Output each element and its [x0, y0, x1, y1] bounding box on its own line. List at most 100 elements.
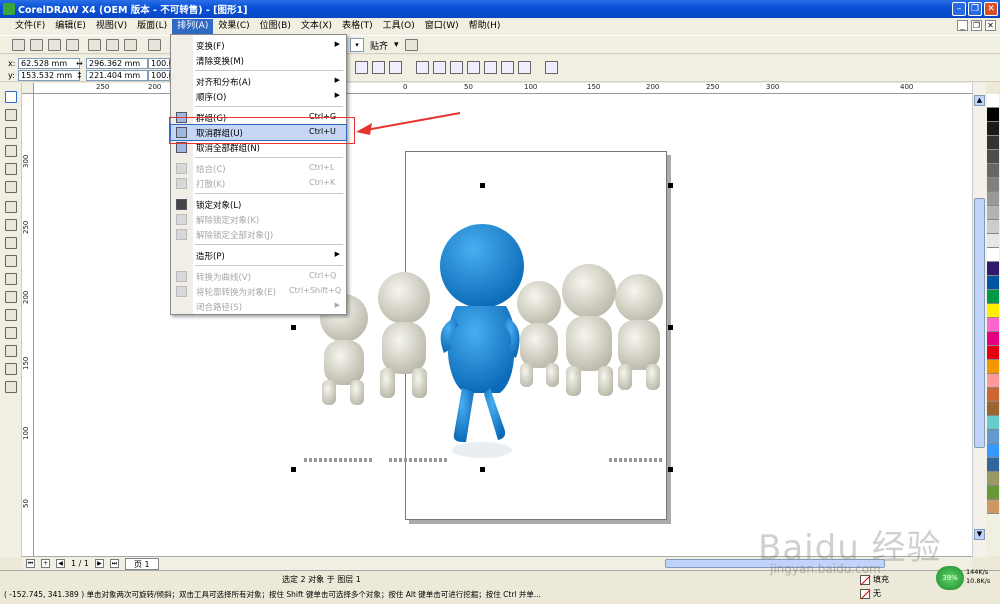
color-swatch[interactable]: [987, 262, 999, 276]
outline-tool-icon[interactable]: [5, 345, 17, 357]
freehand-tool-icon[interactable]: [5, 163, 17, 175]
menu-10[interactable]: 窗口(W): [420, 19, 464, 34]
ellipse-tool-icon[interactable]: [5, 219, 17, 231]
next-page-icon[interactable]: ▶: [94, 559, 104, 568]
selection-handle[interactable]: [668, 183, 673, 188]
menu-7[interactable]: 文本(X): [296, 19, 337, 34]
color-swatch[interactable]: [987, 122, 999, 136]
width-field[interactable]: ↔ 296.362 mm: [76, 58, 148, 69]
last-page-icon[interactable]: ⏭: [109, 559, 119, 568]
color-swatch[interactable]: [987, 248, 999, 262]
color-swatch[interactable]: [987, 388, 999, 402]
paste-icon[interactable]: [124, 39, 137, 51]
align-icon[interactable]: [545, 61, 558, 74]
selection-handle[interactable]: [480, 467, 485, 472]
minimize-button[interactable]: –: [952, 2, 966, 16]
outline-indicator[interactable]: 无: [860, 588, 881, 599]
color-swatch[interactable]: [987, 402, 999, 416]
cut-icon[interactable]: [88, 39, 101, 51]
menu-1[interactable]: 编辑(E): [50, 19, 91, 34]
menu-3[interactable]: 版面(L): [132, 19, 172, 34]
ungroup-all-icon[interactable]: [389, 61, 402, 74]
selection-handle[interactable]: [291, 325, 296, 330]
back-minus-front-icon[interactable]: [501, 61, 514, 74]
options-icon[interactable]: [404, 39, 418, 51]
table-tool-icon[interactable]: [5, 291, 17, 303]
menu-9[interactable]: 工具(O): [378, 19, 420, 34]
previous-page-icon[interactable]: ◀: [56, 559, 65, 568]
color-swatch[interactable]: [987, 220, 999, 234]
color-swatch[interactable]: [987, 304, 999, 318]
weld-icon[interactable]: [416, 61, 429, 74]
doc-minimize-button[interactable]: _: [957, 20, 968, 31]
menu-2[interactable]: 视图(V): [91, 19, 132, 34]
color-swatch[interactable]: [987, 94, 999, 108]
color-swatch[interactable]: [987, 192, 999, 206]
menu-8[interactable]: 表格(T): [337, 19, 378, 34]
interactive-fill-tool-icon[interactable]: [5, 381, 17, 393]
scale-y-field[interactable]: 100.0: [148, 70, 174, 81]
color-swatch[interactable]: [987, 178, 999, 192]
color-swatch[interactable]: [987, 346, 999, 360]
doc-close-button[interactable]: ✕: [985, 20, 996, 31]
scroll-thumb[interactable]: [974, 198, 985, 448]
height-field[interactable]: ↕ 221.404 mm: [76, 70, 148, 81]
selection-handle[interactable]: [480, 183, 485, 188]
snap-dropdown-arrow[interactable]: ▾: [394, 40, 399, 50]
color-swatch[interactable]: [987, 108, 999, 122]
undo-icon[interactable]: [148, 39, 161, 51]
intersect-icon[interactable]: [450, 61, 463, 74]
color-swatch[interactable]: [987, 416, 999, 430]
color-swatch[interactable]: [987, 430, 999, 444]
print-icon[interactable]: [66, 39, 79, 51]
arrange-menu-item[interactable]: 对齐和分布(A) ▶: [171, 74, 346, 89]
vertical-ruler[interactable]: 300 250 200 150 100 50: [22, 94, 34, 556]
color-swatch[interactable]: [987, 374, 999, 388]
maximize-button[interactable]: ❐: [968, 2, 982, 16]
scale-x-field[interactable]: 100.0: [148, 58, 174, 69]
pick-tool-icon[interactable]: [5, 91, 17, 103]
zoom-tool-icon[interactable]: [5, 145, 17, 157]
color-swatch[interactable]: [987, 500, 999, 514]
selection-handle[interactable]: [668, 325, 673, 330]
color-swatch[interactable]: [987, 206, 999, 220]
crop-tool-icon[interactable]: [5, 127, 17, 139]
ruler-origin[interactable]: [22, 83, 34, 94]
polygon-tool-icon[interactable]: [5, 237, 17, 249]
copy-icon[interactable]: [106, 39, 119, 51]
first-page-icon[interactable]: ⏮: [26, 559, 35, 568]
close-button[interactable]: ✕: [984, 2, 998, 16]
boundary-icon[interactable]: [518, 61, 531, 74]
color-swatch[interactable]: [987, 472, 999, 486]
arrange-menu-item[interactable]: 变换(F) ▶: [171, 38, 346, 53]
trim-icon[interactable]: [433, 61, 446, 74]
network-meter-icon[interactable]: 39%: [936, 566, 964, 590]
arrange-menu-item[interactable]: 造形(P) ▶: [171, 248, 346, 263]
snap-menu[interactable]: 贴齐: [370, 39, 388, 52]
zoom-dropdown-arrow[interactable]: ▾: [350, 38, 364, 52]
simplify-icon[interactable]: [467, 61, 480, 74]
shape-tool-icon[interactable]: [5, 109, 17, 121]
menu-0[interactable]: 文件(F): [10, 19, 50, 34]
rectangle-tool-icon[interactable]: [5, 201, 17, 213]
fill-tool-icon[interactable]: [5, 363, 17, 375]
x-position-field[interactable]: x: 62.528 mm: [8, 58, 80, 69]
basic-shapes-tool-icon[interactable]: [5, 255, 17, 267]
scroll-up-arrow[interactable]: ▲: [974, 95, 985, 106]
color-swatch[interactable]: [987, 444, 999, 458]
3d-people-artwork[interactable]: [294, 188, 672, 470]
menu-6[interactable]: 位图(B): [255, 19, 296, 34]
arrange-menu-item[interactable]: 顺序(O) ▶: [171, 89, 346, 104]
eyedropper-tool-icon[interactable]: [5, 327, 17, 339]
scroll-down-arrow[interactable]: ▼: [974, 529, 985, 540]
color-swatch[interactable]: [987, 318, 999, 332]
color-swatch[interactable]: [987, 332, 999, 346]
open-icon[interactable]: [30, 39, 43, 51]
ungroup-icon[interactable]: [372, 61, 385, 74]
add-page-icon[interactable]: +: [41, 559, 50, 568]
smart-fill-tool-icon[interactable]: [5, 181, 17, 193]
arrange-menu-item[interactable]: 锁定对象(L): [171, 197, 346, 212]
save-icon[interactable]: [48, 39, 61, 51]
selection-handle[interactable]: [291, 467, 296, 472]
color-swatch[interactable]: [987, 360, 999, 374]
